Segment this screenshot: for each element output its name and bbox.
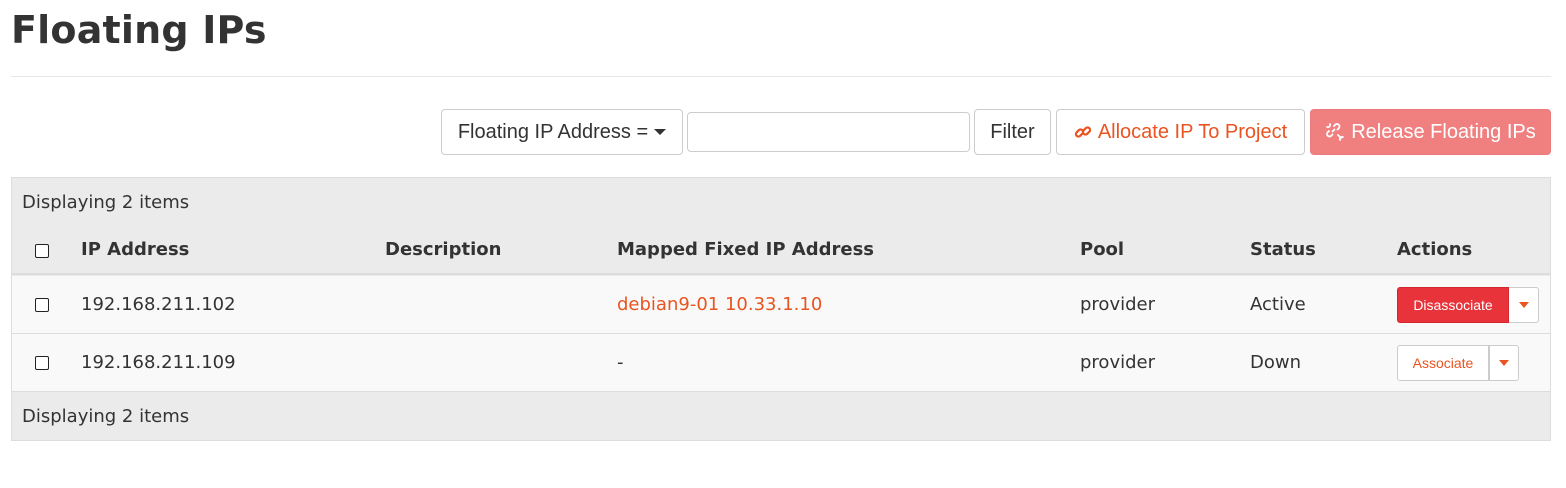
table-caption-top: Displaying 2 items bbox=[22, 192, 190, 213]
title-divider bbox=[11, 76, 1551, 77]
column-header-pool[interactable]: Pool bbox=[1080, 239, 1124, 260]
select-all-checkbox[interactable] bbox=[35, 244, 49, 258]
filter-field-select[interactable]: Floating IP Address = bbox=[441, 109, 683, 155]
table-row: 192.168.211.102 debian9-01 10.33.1.10 pr… bbox=[12, 276, 1550, 334]
filter-button[interactable]: Filter bbox=[974, 109, 1051, 155]
row-actions-dropdown-toggle[interactable] bbox=[1489, 345, 1519, 381]
filter-field-label: Floating IP Address = bbox=[457, 120, 649, 143]
caret-down-icon bbox=[1499, 360, 1509, 366]
mapped-fixed-ip-cell: - bbox=[617, 352, 624, 373]
pool-cell: provider bbox=[1080, 294, 1155, 315]
pool-cell: provider bbox=[1080, 352, 1155, 373]
page-title: Floating IPs bbox=[11, 8, 267, 52]
row-actions-dropdown-toggle[interactable] bbox=[1509, 287, 1539, 323]
caret-down-icon bbox=[1518, 302, 1529, 308]
column-header-description[interactable]: Description bbox=[385, 239, 501, 260]
ip-address-cell: 192.168.211.102 bbox=[81, 294, 236, 315]
filter-input[interactable] bbox=[687, 112, 970, 152]
column-header-status[interactable]: Status bbox=[1250, 239, 1316, 260]
caret-down-icon bbox=[654, 129, 667, 135]
status-cell: Down bbox=[1250, 352, 1302, 373]
allocate-ip-label: Allocate IP To Project bbox=[1097, 120, 1288, 143]
row-select-checkbox[interactable] bbox=[35, 356, 49, 370]
status-cell: Active bbox=[1250, 294, 1306, 315]
row-actions-group: Disassociate bbox=[1397, 287, 1539, 323]
table-row: 192.168.211.109 - provider Down Associat… bbox=[12, 334, 1550, 392]
associate-button[interactable]: Associate bbox=[1397, 345, 1489, 381]
table-header-row: IP Address Description Mapped Fixed IP A… bbox=[12, 226, 1550, 275]
table-caption-bottom: Displaying 2 items bbox=[22, 406, 190, 427]
row-actions-group: Associate bbox=[1397, 345, 1519, 381]
allocate-ip-button[interactable]: Allocate IP To Project bbox=[1056, 109, 1305, 155]
link-icon bbox=[1074, 126, 1091, 138]
row-select-checkbox[interactable] bbox=[35, 298, 49, 312]
release-floating-ips-label: Release Floating IPs bbox=[1351, 120, 1536, 143]
disassociate-button[interactable]: Disassociate bbox=[1397, 287, 1509, 323]
column-header-actions: Actions bbox=[1397, 239, 1473, 260]
floating-ips-table: Displaying 2 items IP Address Descriptio… bbox=[11, 177, 1551, 441]
mapped-fixed-ip-link[interactable]: debian9-01 10.33.1.10 bbox=[617, 294, 822, 315]
ip-address-cell: 192.168.211.109 bbox=[81, 352, 236, 373]
release-floating-ips-button[interactable]: Release Floating IPs bbox=[1310, 109, 1551, 155]
column-header-mapped-fixed-ip[interactable]: Mapped Fixed IP Address bbox=[617, 239, 874, 260]
unlink-icon bbox=[1326, 123, 1345, 141]
column-header-ip-address[interactable]: IP Address bbox=[81, 239, 189, 260]
